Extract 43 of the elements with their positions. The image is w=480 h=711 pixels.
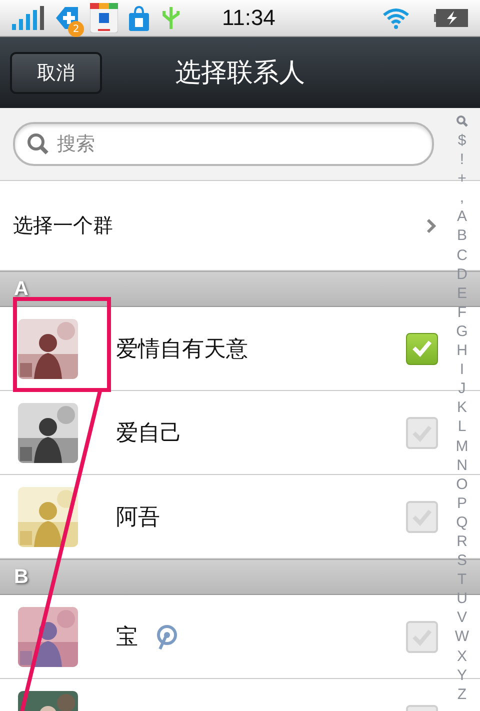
index-letter[interactable]: R	[456, 532, 468, 552]
contact-name: 爱情自有天意	[116, 336, 248, 364]
contact-name: 宝	[116, 624, 138, 652]
search-field[interactable]: 搜索	[13, 122, 434, 166]
index-letter[interactable]: M	[456, 436, 468, 456]
index-letter[interactable]: +	[458, 169, 466, 188]
index-letter[interactable]: N	[456, 456, 468, 475]
index-letter[interactable]: O	[456, 474, 468, 494]
index-letter[interactable]: F	[457, 302, 467, 322]
notification-badge: 2	[68, 21, 84, 37]
index-letter[interactable]: A	[456, 207, 467, 226]
index-letter[interactable]: E	[456, 284, 467, 303]
screen-title: 选择联系人	[175, 58, 305, 88]
section-letter: A	[14, 278, 28, 300]
contact-name: 爱自己	[116, 420, 182, 448]
index-letter[interactable]: Q	[456, 512, 468, 532]
index-letter[interactable]: G	[456, 322, 468, 342]
group-select-label[interactable]: 选择一个群	[13, 212, 426, 239]
index-letter[interactable]: U	[456, 589, 468, 608]
index-letter[interactable]: S	[456, 551, 467, 570]
index-letter[interactable]: K	[456, 398, 467, 418]
section-letter: B	[14, 566, 28, 588]
index-letter[interactable]: W	[454, 627, 470, 647]
index-letter[interactable]: T	[457, 570, 467, 590]
index-letter[interactable]: Z	[457, 684, 467, 704]
index-letter[interactable]: $	[458, 131, 466, 150]
index-letter[interactable]: !	[460, 150, 464, 170]
cancel-button[interactable]: 取消	[10, 52, 102, 94]
index-letter[interactable]: C	[456, 246, 468, 265]
contact-name: 阿吾	[116, 504, 160, 532]
index-letter[interactable]: B	[456, 226, 467, 246]
index-letter[interactable]: ,	[460, 188, 464, 208]
index-letter[interactable]: X	[456, 646, 467, 666]
search-input[interactable]: 搜索	[57, 133, 420, 155]
index-letter[interactable]: H	[456, 341, 468, 360]
index-letter[interactable]: V	[456, 608, 467, 628]
index-letter[interactable]: J	[458, 379, 466, 398]
index-letter[interactable]: I	[460, 360, 464, 380]
index-letter[interactable]: D	[456, 264, 468, 284]
clock-time: 11:34	[222, 5, 276, 31]
index-letter[interactable]: L	[458, 417, 466, 436]
index-letter[interactable]: P	[456, 494, 467, 513]
index-letter[interactable]: Y	[456, 666, 467, 685]
